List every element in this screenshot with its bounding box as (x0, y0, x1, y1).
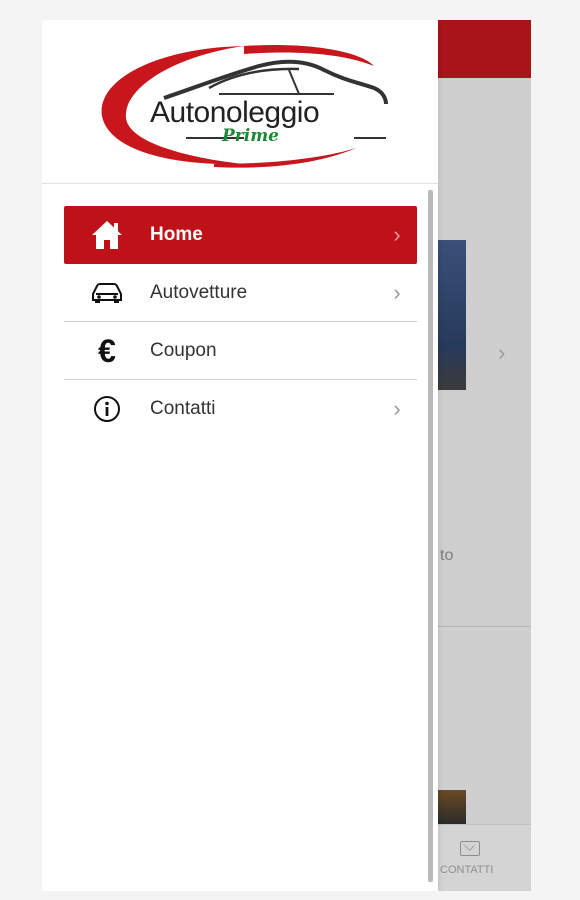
mail-icon (460, 841, 480, 856)
divider (434, 626, 531, 627)
slider-next-icon: › (498, 340, 506, 365)
logo-area: Autonoleggio Prime (42, 20, 438, 184)
bottom-tab-bar (434, 824, 531, 891)
home-icon (64, 219, 150, 251)
menu-item-autovetture[interactable]: Autovetture › (64, 264, 417, 322)
drawer-menu: Home › Autovetture › € Coupon Contatti › (64, 206, 417, 437)
menu-item-label: Contatti (150, 397, 216, 419)
background-text: to (440, 547, 454, 564)
navigation-drawer: Autonoleggio Prime Home › Autovetture › … (42, 20, 438, 891)
menu-item-label: Autovetture (150, 281, 248, 303)
tab-contatti-label[interactable]: CONTATTI (440, 864, 493, 876)
thumbnail-image (438, 790, 466, 824)
chevron-right-icon: › (393, 222, 401, 247)
info-icon (64, 395, 150, 423)
menu-item-home[interactable]: Home › (64, 206, 417, 264)
drawer-scrollbar[interactable] (428, 190, 433, 882)
menu-item-label: Coupon (150, 339, 217, 361)
chevron-right-icon: › (393, 395, 401, 421)
menu-item-coupon[interactable]: € Coupon (64, 322, 417, 380)
chevron-right-icon: › (393, 279, 401, 305)
logo-text: Autonoleggio (150, 96, 320, 129)
slider-image (434, 240, 466, 390)
menu-item-contatti[interactable]: Contatti › (64, 380, 417, 437)
car-icon (64, 282, 150, 304)
euro-icon: € (98, 332, 116, 369)
logo-subtext: Prime (222, 126, 280, 146)
menu-item-label: Home (150, 224, 203, 245)
phone-screen: › to CONTATTI Autonoleggio Prime Home › … (42, 20, 531, 891)
